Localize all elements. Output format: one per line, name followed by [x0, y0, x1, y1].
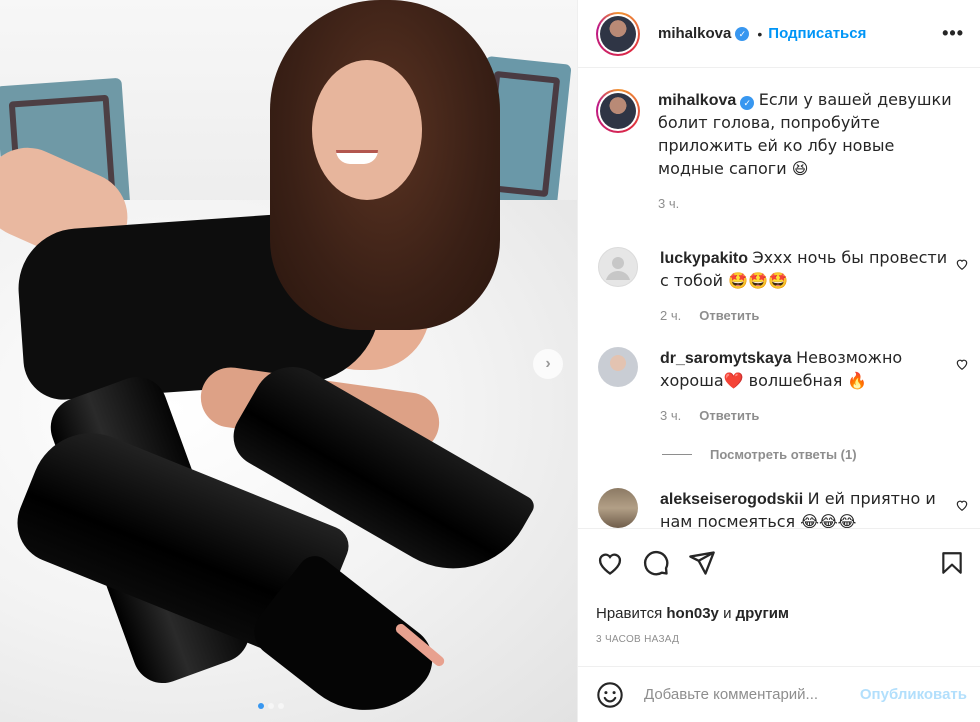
comment-username[interactable]: alekseiserogodskii — [660, 491, 803, 508]
avatar[interactable] — [598, 488, 638, 528]
header-username[interactable]: mihalkova — [658, 25, 731, 42]
carousel-dot — [258, 703, 264, 709]
comment-username[interactable]: luckypakito — [660, 250, 748, 267]
caption-time[interactable]: 3 ч. — [658, 196, 679, 211]
reply-button[interactable]: Ответить — [699, 408, 759, 423]
carousel-dot — [268, 703, 274, 709]
publish-button[interactable]: Опубликовать — [860, 686, 967, 703]
comment-icon[interactable] — [642, 549, 670, 577]
comments-list[interactable]: mihalkova ✓ Если у вашей девушки болит го… — [578, 69, 980, 528]
replies-line — [662, 454, 692, 455]
comment-item: luckypakito Эххх ночь бы провести с тобо… — [578, 247, 980, 327]
more-options-icon[interactable]: ••• — [942, 23, 964, 44]
reply-button[interactable]: Ответить — [699, 308, 759, 323]
avatar[interactable] — [596, 11, 640, 56]
comment-username[interactable]: dr_saromytskaya — [660, 350, 792, 367]
avatar-image — [600, 93, 636, 129]
save-icon[interactable] — [939, 549, 965, 577]
post-photo[interactable]: › — [0, 0, 577, 722]
likes-summary: Нравится hon03y и другим — [596, 605, 965, 622]
likes-others[interactable]: другим — [736, 605, 789, 622]
comment-item: alekseiserogodskii И ей приятно и нам по… — [578, 488, 980, 528]
follow-button[interactable]: Подписаться — [768, 25, 866, 42]
separator-dot: • — [757, 25, 763, 42]
post-header: mihalkova ✓ • Подписаться ••• — [578, 0, 980, 68]
comment-item: dr_saromytskaya Невозможно хороша❤️ волш… — [578, 347, 980, 427]
carousel-next-button[interactable]: › — [533, 349, 563, 379]
add-comment-bar: Добавьте комментарий... Опубликовать — [578, 666, 980, 722]
like-icon[interactable] — [596, 549, 624, 577]
avatar[interactable] — [596, 89, 640, 133]
action-icons — [596, 543, 965, 583]
post-caption: mihalkova ✓ Если у вашей девушки болит го… — [578, 69, 980, 215]
caption-username[interactable]: mihalkova — [658, 92, 736, 109]
likes-connector: и — [723, 605, 732, 622]
post-actions: Нравится hon03y и другим 3 ЧАСОВ НАЗАД — [578, 528, 980, 645]
heart-icon[interactable] — [955, 498, 969, 512]
post-side-panel: mihalkova ✓ • Подписаться ••• mihalkova ✓… — [577, 0, 980, 722]
next-arrow-icon: › — [545, 355, 551, 372]
verified-icon: ✓ — [740, 96, 755, 110]
photo-face — [312, 60, 422, 200]
avatar-image — [600, 15, 636, 52]
verified-icon: ✓ — [735, 26, 750, 41]
share-icon[interactable] — [688, 549, 716, 577]
comment-time[interactable]: 3 ч. — [660, 408, 681, 423]
comment-time[interactable]: 2 ч. — [660, 308, 681, 323]
avatar[interactable] — [598, 347, 638, 387]
post-timestamp[interactable]: 3 ЧАСОВ НАЗАД — [596, 634, 965, 645]
view-replies-button[interactable]: Посмотреть ответы (1) — [662, 447, 980, 462]
likes-user[interactable]: hon03y — [666, 605, 719, 622]
carousel-dot — [278, 703, 284, 709]
heart-icon[interactable] — [955, 357, 969, 371]
comment-input[interactable]: Добавьте комментарий... — [644, 686, 860, 703]
default-avatar-icon — [606, 257, 630, 280]
carousel-indicator — [258, 703, 284, 709]
emoji-icon[interactable] — [596, 681, 624, 709]
instagram-post: › mihalkova ✓ • Подписаться ••• mihalkov… — [0, 0, 980, 722]
avatar[interactable] — [598, 247, 638, 287]
likes-prefix: Нравится — [596, 605, 663, 622]
view-replies-label: Посмотреть ответы (1) — [710, 447, 857, 462]
heart-icon[interactable] — [955, 257, 969, 271]
